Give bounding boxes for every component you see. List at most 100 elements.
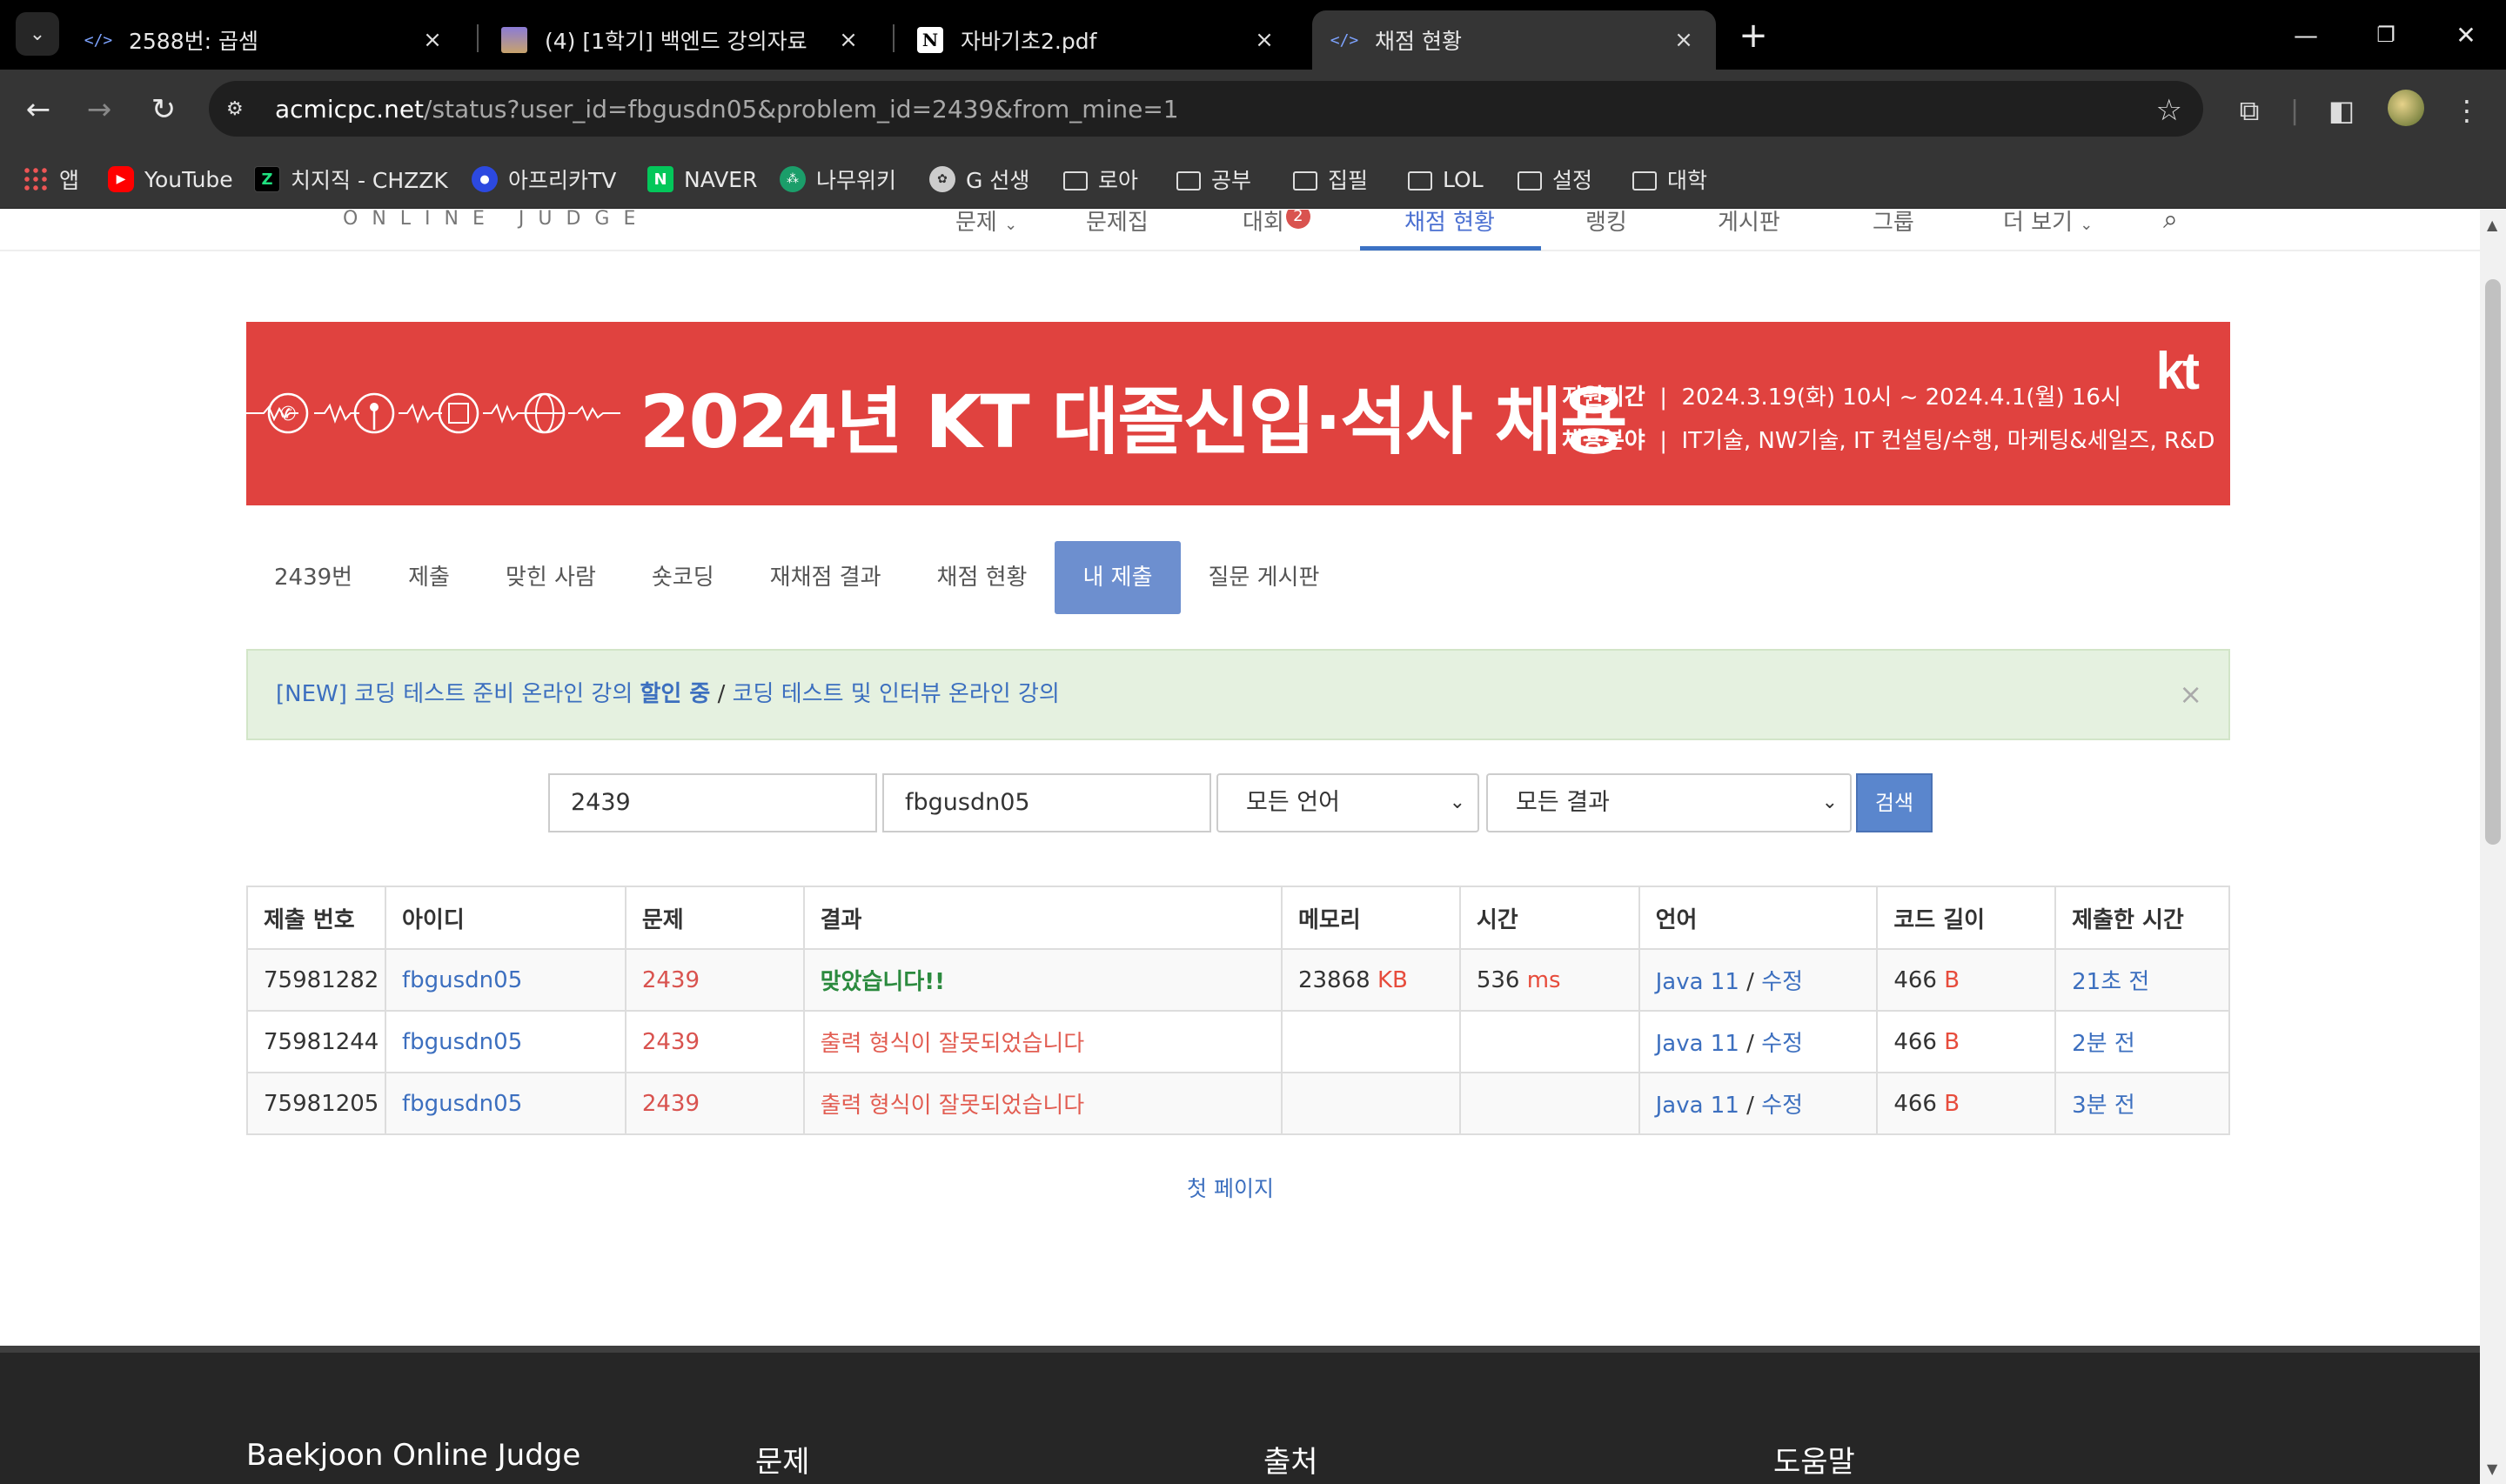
tab-solved-users[interactable]: 맞힌 사람 bbox=[478, 541, 624, 614]
naver-icon: N bbox=[647, 166, 673, 192]
extensions-icon[interactable]: ⧉ bbox=[2228, 89, 2271, 132]
bookmark-folder-university[interactable]: 대학 bbox=[1632, 162, 1707, 197]
bookmark-naver[interactable]: N NAVER bbox=[647, 162, 757, 197]
col-header: 시간 bbox=[1458, 886, 1640, 950]
profile-avatar[interactable] bbox=[2388, 90, 2424, 126]
submitted-time-link[interactable]: 3분 전 bbox=[2072, 1093, 2135, 1119]
close-icon[interactable]: × bbox=[419, 27, 446, 53]
edit-link[interactable]: 수정 bbox=[1761, 1093, 1803, 1119]
search-button[interactable]: 검색 bbox=[1856, 773, 1933, 832]
bookmark-namuwiki[interactable]: ⁂ 나무위키 bbox=[780, 162, 896, 197]
nav-ranking[interactable]: 랭킹 bbox=[1585, 210, 1627, 237]
language-select[interactable]: 모든 언어 ⌄ bbox=[1216, 773, 1479, 832]
bookmark-star-icon[interactable]: ☆ bbox=[2156, 93, 2182, 128]
kt-recruit-banner[interactable]: ✆ 2024년 KT 대졸신입·석사 채용 지원기간 | 2024.3.19(화… bbox=[246, 322, 2230, 505]
scrollbar-thumb[interactable] bbox=[2485, 279, 2501, 845]
restore-button[interactable]: ❐ bbox=[2360, 12, 2412, 57]
address-bar[interactable]: ⚙ acmicpc.net/status?user_id=fbgusdn05&p… bbox=[209, 81, 2203, 137]
footer-help[interactable]: 도움말 bbox=[1773, 1438, 1855, 1481]
menu-icon[interactable]: ⋮ bbox=[2445, 89, 2489, 132]
promo-alert: [NEW] 코딩 테스트 준비 온라인 강의 할인 중 / 코딩 테스트 및 인… bbox=[246, 649, 2230, 740]
problem-link[interactable]: 2439 bbox=[642, 1091, 700, 1117]
language-link[interactable]: Java 11 bbox=[1656, 969, 1739, 995]
edit-link[interactable]: 수정 bbox=[1761, 969, 1803, 995]
nav-problems[interactable]: 문제 ⌄ bbox=[955, 210, 1017, 237]
footer-problems[interactable]: 문제 bbox=[755, 1438, 810, 1481]
side-panel-icon[interactable]: ◧ bbox=[2320, 89, 2363, 132]
close-icon[interactable]: × bbox=[835, 27, 861, 53]
bookmark-youtube[interactable]: ▶ YouTube bbox=[108, 162, 233, 197]
minimize-button[interactable]: — bbox=[2280, 12, 2332, 57]
tab-3[interactable]: N 자바기초2.pdf × bbox=[898, 10, 1297, 70]
footer-sources[interactable]: 출처 bbox=[1263, 1438, 1318, 1481]
site-header: ONLINE JUDGE 문제 ⌄ 문제집 대회 2 채점 현황 랭킹 게시판 그… bbox=[0, 210, 2480, 251]
close-icon[interactable]: × bbox=[1251, 27, 1277, 53]
search-icon[interactable]: ⌕ bbox=[2163, 210, 2178, 235]
nav-board[interactable]: 게시판 bbox=[1718, 210, 1780, 237]
bookmark-folder-loa[interactable]: 로아 bbox=[1063, 162, 1138, 197]
promo-link-interview[interactable]: 코딩 테스트 및 인터뷰 온라인 강의 bbox=[733, 681, 1060, 707]
tab-problem[interactable]: 2439번 bbox=[246, 541, 380, 614]
problem-link[interactable]: 2439 bbox=[642, 967, 700, 993]
back-button[interactable]: ← bbox=[16, 87, 61, 132]
page-scrollbar[interactable]: ▲ ▼ bbox=[2480, 210, 2506, 1484]
scroll-up-icon[interactable]: ▲ bbox=[2487, 217, 2497, 233]
footer-title[interactable]: Baekjoon Online Judge bbox=[246, 1438, 580, 1473]
afreeca-icon: ● bbox=[472, 166, 498, 192]
nav-workbooks[interactable]: 문제집 bbox=[1086, 210, 1149, 237]
nav-more[interactable]: 더 보기 ⌄ bbox=[2003, 210, 2093, 237]
gpt-icon: ✿ bbox=[929, 166, 955, 192]
first-page-link[interactable]: 첫 페이지 bbox=[1187, 1172, 1274, 1203]
scroll-down-icon[interactable]: ▼ bbox=[2487, 1461, 2497, 1477]
submission-id: 75981282 bbox=[246, 948, 386, 1012]
promo-link-lecture[interactable]: [NEW] 코딩 테스트 준비 온라인 강의 할인 중 bbox=[276, 681, 710, 707]
status-table: 제출 번호 아이디 문제 결과 메모리 시간 언어 코드 길이 제출한 시간 7… bbox=[246, 886, 2230, 1135]
bookmark-label: LOL bbox=[1443, 166, 1484, 192]
bookmark-folder-writing[interactable]: 집필 bbox=[1293, 162, 1368, 197]
bookmark-folder-settings[interactable]: 설정 bbox=[1518, 162, 1592, 197]
bookmark-chzzk[interactable]: Z 치지직 - CHZZK bbox=[254, 162, 448, 197]
site-info-icon[interactable]: ⚙ bbox=[226, 98, 252, 120]
bookmark-folder-study[interactable]: 공부 bbox=[1176, 162, 1251, 197]
user-id-input[interactable]: fbgusdn05 bbox=[882, 773, 1211, 832]
site-logo-subtitle[interactable]: ONLINE JUDGE bbox=[343, 210, 649, 230]
forward-button[interactable]: → bbox=[77, 87, 122, 132]
nav-status[interactable]: 채점 현황 bbox=[1404, 210, 1495, 237]
edit-link[interactable]: 수정 bbox=[1761, 1031, 1803, 1057]
language-link[interactable]: Java 11 bbox=[1656, 1093, 1739, 1119]
nav-contests[interactable]: 대회 2 bbox=[1243, 210, 1310, 237]
new-tab-button[interactable]: + bbox=[1732, 14, 1775, 57]
user-link[interactable]: fbgusdn05 bbox=[402, 1091, 522, 1117]
window-close-button[interactable]: ✕ bbox=[2440, 12, 2492, 57]
user-link[interactable]: fbgusdn05 bbox=[402, 1029, 522, 1055]
tab-2[interactable]: (4) [1학기] 백엔드 강의자료 × bbox=[482, 10, 881, 70]
tab-short-coding[interactable]: 숏코딩 bbox=[624, 541, 742, 614]
problem-link[interactable]: 2439 bbox=[642, 1029, 700, 1055]
reload-button[interactable]: ↻ bbox=[141, 87, 186, 132]
nav-groups[interactable]: 그룹 bbox=[1873, 210, 1914, 237]
submitted-time-link[interactable]: 21초 전 bbox=[2072, 969, 2149, 995]
result-select[interactable]: 모든 결과 ⌄ bbox=[1486, 773, 1852, 832]
tab-search-button[interactable]: ⌄ bbox=[16, 12, 59, 56]
bookmark-afreeca[interactable]: ● 아프리카TV bbox=[472, 162, 616, 197]
tab-status[interactable]: 채점 현황 bbox=[909, 541, 1055, 614]
bookmark-gpt[interactable]: ✿ G 선생 bbox=[929, 162, 1029, 197]
submitted-time-link[interactable]: 2분 전 bbox=[2072, 1031, 2135, 1057]
close-icon[interactable]: × bbox=[2179, 651, 2202, 739]
bookmark-folder-lol[interactable]: LOL bbox=[1408, 162, 1484, 197]
tab-active[interactable]: </> 채점 현황 × bbox=[1312, 10, 1716, 70]
tab-1[interactable]: </> 2588번: 곱셈 × bbox=[66, 10, 465, 70]
tab-submit[interactable]: 제출 bbox=[380, 541, 478, 614]
language-link[interactable]: Java 11 bbox=[1656, 1031, 1739, 1057]
result-presentation-error[interactable]: 출력 형식이 잘못되었습니다 bbox=[821, 1093, 1085, 1119]
tab-rejudge[interactable]: 재채점 결과 bbox=[742, 541, 909, 614]
user-link[interactable]: fbgusdn05 bbox=[402, 967, 522, 993]
tab-qna-board[interactable]: 질문 게시판 bbox=[1181, 541, 1348, 614]
memory-cell bbox=[1280, 1072, 1461, 1135]
close-icon[interactable]: × bbox=[1671, 27, 1697, 53]
tab-my-submissions[interactable]: 내 제출 bbox=[1055, 541, 1181, 614]
result-presentation-error[interactable]: 출력 형식이 잘못되었습니다 bbox=[821, 1031, 1085, 1057]
bookmark-apps[interactable]: 앱 bbox=[23, 162, 79, 197]
result-accepted[interactable]: 맞았습니다!! bbox=[821, 969, 945, 995]
problem-id-input[interactable]: 2439 bbox=[548, 773, 877, 832]
